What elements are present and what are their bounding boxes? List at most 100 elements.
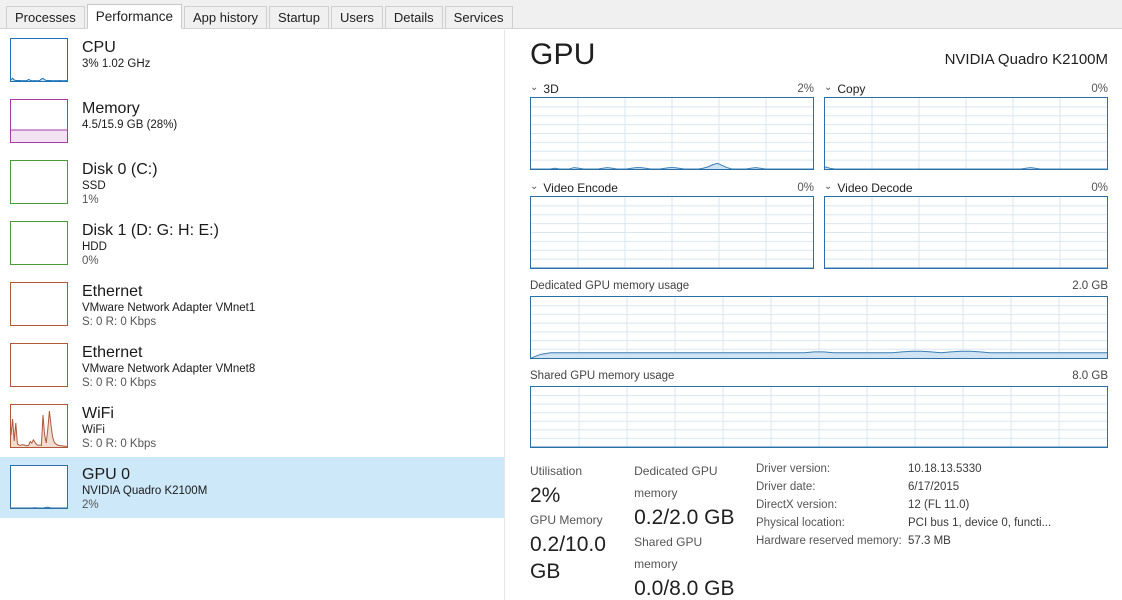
tab-startup[interactable]: Startup <box>269 6 329 28</box>
detail-value: 10.18.13.5330 <box>908 463 982 475</box>
engine-name: Video Encode <box>543 180 618 195</box>
engine-graph-row-1: ⌄ 3D 2% ⌄ Copy 0% <box>530 80 1108 170</box>
dedicated-memory-label-row: Dedicated GPU memory usage 2.0 GB <box>530 280 1108 296</box>
stat-key: GPU Memory <box>530 513 603 527</box>
sidebar-item-text: Disk 1 (D: G: H: E:) HDD 0% <box>82 221 219 268</box>
chevron-down-icon[interactable]: ⌄ <box>824 82 832 93</box>
sidebar-item-detail: WiFi <box>82 424 105 436</box>
shared-memory-chart <box>530 386 1108 448</box>
sidebar-item-usage: S: 0 R: 0 Kbps <box>82 438 157 450</box>
stat-key: Utilisation <box>530 464 583 478</box>
engine-graph-3d[interactable]: ⌄ 3D 2% <box>530 80 814 170</box>
sidebar-item-text: CPU 3% 1.02 GHz <box>82 38 150 71</box>
sidebar-item-label: WiFi <box>82 405 114 422</box>
stat-key: Dedicated GPU memory <box>634 464 718 500</box>
sidebar-item-text: WiFi WiFi S: 0 R: 0 Kbps <box>82 404 156 451</box>
sidebar-item-label: Ethernet <box>82 283 143 300</box>
tab-bar: Processes Performance App history Startup Us… <box>0 0 1122 29</box>
sidebar-thumbnail-chart <box>10 282 68 326</box>
sidebar-item-label: Memory <box>82 100 140 117</box>
detail-key: Driver date: <box>756 481 816 493</box>
detail-key: DirectX version: <box>756 499 838 511</box>
detail-key: Hardware reserved memory: <box>756 535 902 547</box>
sidebar-item-detail: SSD <box>82 180 106 192</box>
sidebar-item-usage: 2% <box>82 499 99 511</box>
detail-values: 10.18.13.5330 6/17/2015 12 (FL 11.0) PCI bu… <box>908 460 1108 600</box>
stat-value: 0.2/2.0 GB <box>634 506 735 529</box>
device-name: NVIDIA Quadro K2100M <box>944 51 1108 68</box>
engine-value: 0% <box>1091 82 1108 95</box>
engine-name: Copy <box>837 81 866 96</box>
engine-chart-copy <box>824 97 1108 170</box>
engine-chart-video-encode <box>530 196 814 269</box>
stat-utilisation: Utilisation 2% GPU Memory 0.2/10.0 GB <box>530 460 634 600</box>
detail-value: PCI bus 1, device 0, functi... <box>908 517 1052 529</box>
sidebar-item-detail: 4.5/15.9 GB (28%) <box>82 119 178 131</box>
tab-processes[interactable]: Processes <box>6 6 85 28</box>
gpu-stats: Utilisation 2% GPU Memory 0.2/10.0 GB De… <box>530 460 1108 600</box>
sidebar-item-wifi[interactable]: WiFi WiFi S: 0 R: 0 Kbps <box>0 396 504 457</box>
shared-memory-section: Shared GPU memory usage 8.0 GB <box>530 370 1108 448</box>
sidebar-thumbnail-chart <box>10 404 68 448</box>
tab-performance[interactable]: Performance <box>86 4 182 29</box>
tab-details[interactable]: Details <box>384 6 443 28</box>
stat-key: Shared GPU memory <box>634 535 703 571</box>
sidebar-item-memory[interactable]: Memory 4.5/15.9 GB (28%) <box>0 91 504 152</box>
task-manager-window: Processes Performance App history Startup Us… <box>0 0 1122 600</box>
detail-value: 6/17/2015 <box>908 481 960 493</box>
engine-graph-video-encode[interactable]: ⌄ Video Encode 0% <box>530 179 814 269</box>
engine-label-row: ⌄ 3D 2% <box>530 80 814 97</box>
detail-value: 12 (FL 11.0) <box>908 499 970 511</box>
sidebar-item-usage: S: 0 R: 0 Kbps <box>82 316 157 328</box>
dedicated-memory-section: Dedicated GPU memory usage 2.0 GB <box>530 280 1108 359</box>
tab-app-history[interactable]: App history <box>184 6 268 28</box>
sidebar-thumbnail-chart <box>10 99 68 143</box>
sidebar-item-disk-1-d-g-h-e[interactable]: Disk 1 (D: G: H: E:) HDD 0% <box>0 213 504 274</box>
shared-memory-label-row: Shared GPU memory usage 8.0 GB <box>530 370 1108 386</box>
engine-value: 2% <box>797 82 814 95</box>
detail-value: 57.3 MB <box>908 535 951 547</box>
engine-value: 0% <box>1091 181 1108 194</box>
gpu-detail-panel: GPU NVIDIA Quadro K2100M ⌄ 3D 2% ⌄ Copy … <box>506 30 1122 600</box>
engine-graph-copy[interactable]: ⌄ Copy 0% <box>824 80 1108 170</box>
stat-dedicated-memory: Dedicated GPU memory 0.2/2.0 GB Shared G… <box>634 460 748 600</box>
sidebar-item-disk-0-c[interactable]: Disk 0 (C:) SSD 1% <box>0 152 504 213</box>
sidebar-item-text: Ethernet VMware Network Adapter VMnet1 S: … <box>82 282 255 329</box>
stat-value: 0.2/10.0 GB <box>530 533 606 583</box>
shared-memory-max: 8.0 GB <box>1072 370 1108 382</box>
sidebar-thumbnail-chart <box>10 343 68 387</box>
sidebar-item-cpu[interactable]: CPU 3% 1.02 GHz <box>0 30 504 91</box>
sidebar-item-gpu-0[interactable]: GPU 0 NVIDIA Quadro K2100M 2% <box>0 457 504 518</box>
engine-name: 3D <box>543 81 559 96</box>
sidebar-item-detail: VMware Network Adapter VMnet1 <box>82 302 256 314</box>
sidebar-item-label: CPU <box>82 39 116 56</box>
sidebar-item-detail: VMware Network Adapter VMnet8 <box>82 363 256 375</box>
engine-graph-video-decode[interactable]: ⌄ Video Decode 0% <box>824 179 1108 269</box>
dedicated-memory-chart <box>530 296 1108 359</box>
sidebar-item-ethernet[interactable]: Ethernet VMware Network Adapter VMnet1 S: … <box>0 274 504 335</box>
panel-header: GPU NVIDIA Quadro K2100M <box>530 38 1108 72</box>
sidebar-item-text: Disk 0 (C:) SSD 1% <box>82 160 158 207</box>
sidebar-item-usage: 0% <box>82 255 99 267</box>
sidebar-thumbnail-chart <box>10 221 68 265</box>
engine-chart-3d <box>530 97 814 170</box>
chevron-down-icon[interactable]: ⌄ <box>530 181 538 192</box>
resource-sidebar[interactable]: CPU 3% 1.02 GHz Memory 4.5/15.9 GB (28%) Dis… <box>0 30 505 600</box>
sidebar-item-label: GPU 0 <box>82 466 131 483</box>
tab-services[interactable]: Services <box>444 6 513 28</box>
sidebar-item-text: Ethernet VMware Network Adapter VMnet8 S: … <box>82 343 255 390</box>
chevron-down-icon[interactable]: ⌄ <box>530 82 538 93</box>
engine-value: 0% <box>797 181 814 194</box>
chevron-down-icon[interactable]: ⌄ <box>824 181 832 192</box>
sidebar-item-label: Disk 1 (D: G: H: E:) <box>82 222 219 239</box>
sidebar-item-ethernet[interactable]: Ethernet VMware Network Adapter VMnet8 S: … <box>0 335 504 396</box>
sidebar-item-text: Memory 4.5/15.9 GB (28%) <box>82 99 177 132</box>
sidebar-item-usage: 1% <box>82 194 99 206</box>
engine-name: Video Decode <box>837 180 913 195</box>
detail-keys: Driver version: Driver date: DirectX versi… <box>756 460 908 600</box>
tab-users[interactable]: Users <box>330 6 383 28</box>
detail-key: Driver version: <box>756 463 831 475</box>
detail-key: Physical location: <box>756 517 845 529</box>
shared-memory-label: Shared GPU memory usage <box>530 370 675 382</box>
sidebar-item-detail: HDD <box>82 241 107 253</box>
